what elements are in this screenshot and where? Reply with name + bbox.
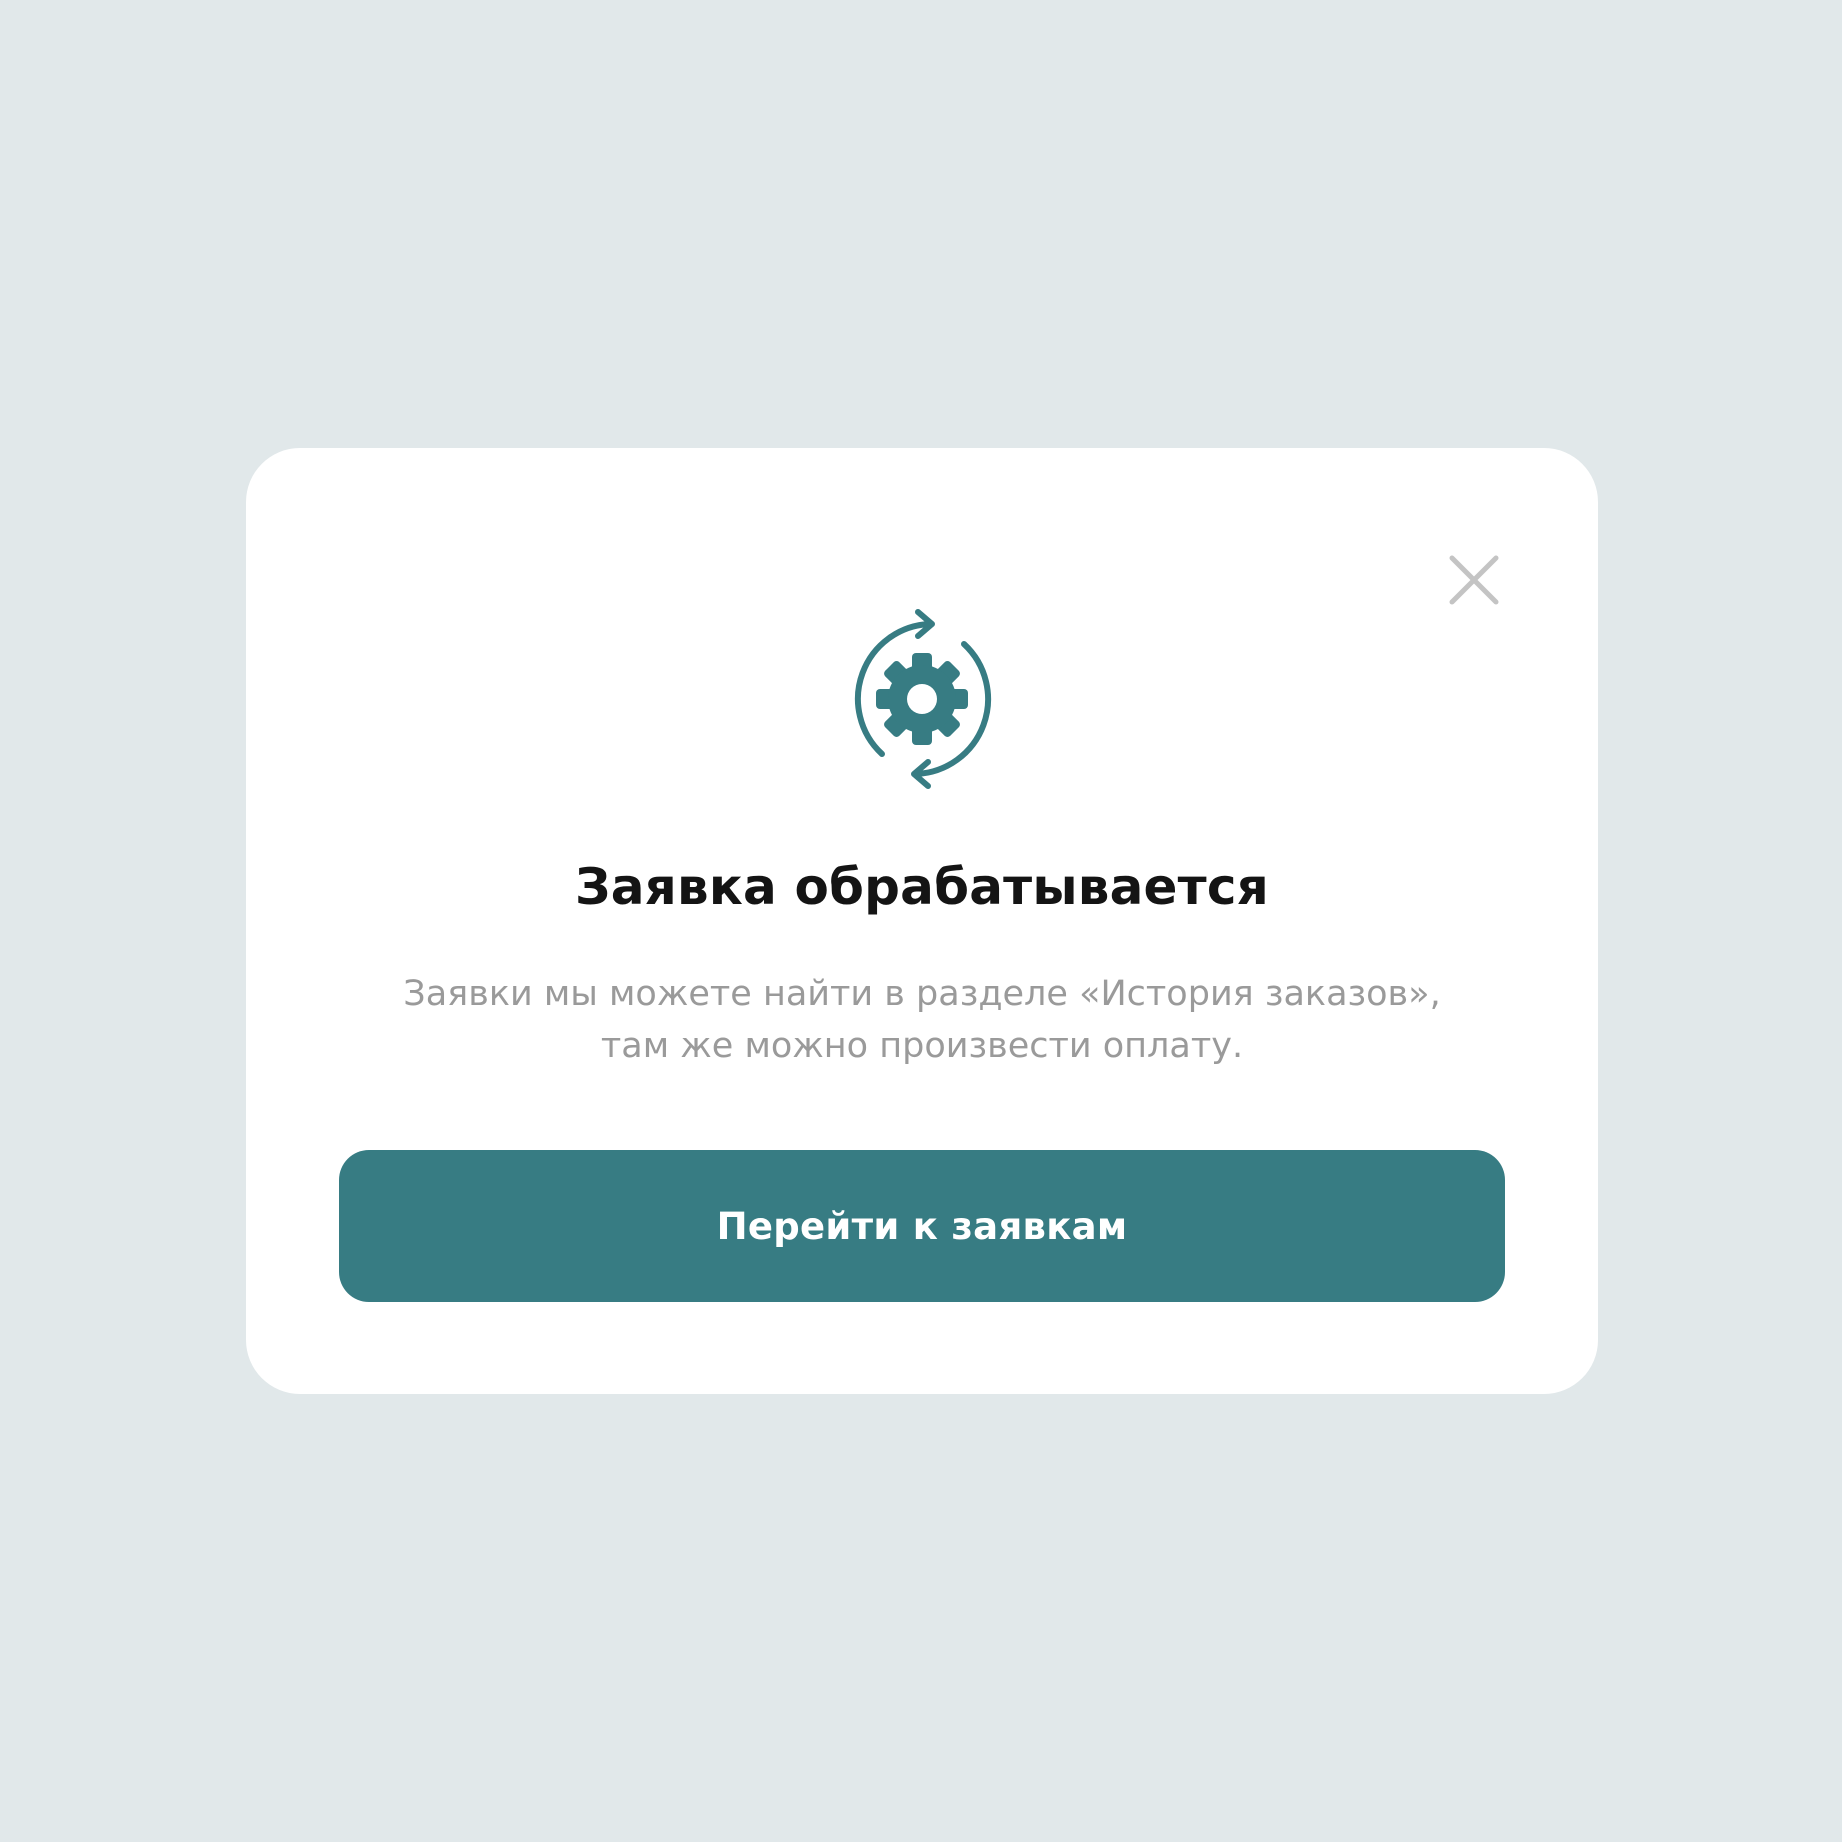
description-line: там же можно произвести оплату. <box>600 1026 1244 1066</box>
go-to-requests-button[interactable]: Перейти к заявкам <box>339 1150 1505 1302</box>
go-to-requests-button-label: Перейти к заявкам <box>716 1204 1128 1248</box>
close-icon <box>1449 555 1499 605</box>
description-line: Заявки мы можете найти в разделе «Истори… <box>403 974 1441 1014</box>
gear-refresh-icon <box>854 609 992 789</box>
dialog-description: Заявки мы можете найти в разделе «Истори… <box>326 968 1518 1072</box>
modal-backdrop: Заявка обрабатывается Заявки мы можете н… <box>0 0 1842 1842</box>
processing-dialog: Заявка обрабатывается Заявки мы можете н… <box>246 448 1598 1394</box>
dialog-title: Заявка обрабатывается <box>575 858 1269 916</box>
close-button[interactable] <box>1438 544 1510 616</box>
